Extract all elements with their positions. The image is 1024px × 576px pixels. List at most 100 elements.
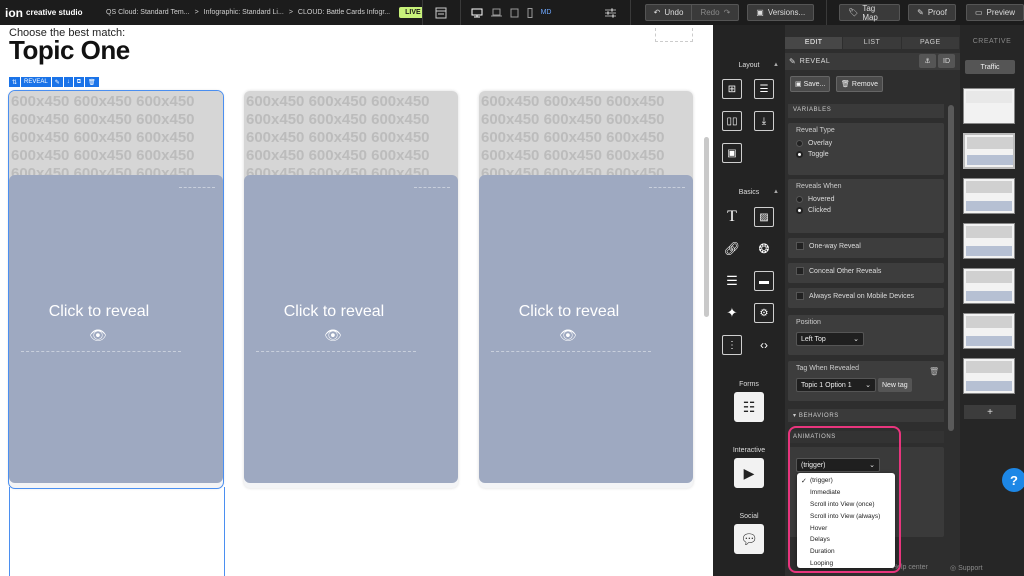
trash-icon[interactable]: 🗑︎ (929, 367, 939, 376)
form-widget-icon[interactable]: ☷ (734, 392, 764, 422)
columns-widget-icon[interactable]: ⊞ (722, 79, 742, 99)
image-widget-icon[interactable]: ▨ (754, 207, 774, 227)
breadcrumb-item[interactable]: Infographic: Standard Li... (204, 9, 284, 16)
page-thumbnail[interactable] (963, 313, 1015, 349)
variables-section-header[interactable]: VARIABLES (788, 104, 944, 118)
fingerprint-widget-icon[interactable]: ❂ (754, 239, 774, 259)
radio-clicked[interactable]: Clicked (796, 207, 936, 214)
tab-edit[interactable]: EDIT (785, 37, 844, 49)
canvas-scrollbar[interactable] (704, 137, 709, 317)
redo-button[interactable]: Redo ↷ (692, 4, 740, 21)
proof-button[interactable]: ✎ Proof (908, 4, 956, 21)
tablet-icon[interactable] (510, 8, 519, 18)
breadcrumb-item[interactable]: CLOUD: Battle Cards Infogr... (298, 9, 390, 16)
image-box-widget-icon[interactable]: ▣ (722, 143, 742, 163)
help-button[interactable]: ? (1002, 468, 1024, 492)
thumb-bar (967, 155, 1013, 165)
rows-widget-icon[interactable]: ☰ (754, 79, 774, 99)
copy-icon[interactable]: ⧉ (73, 77, 85, 87)
trash-icon[interactable]: 🗑︎ (85, 77, 99, 87)
code-widget-icon[interactable]: ‹› (754, 335, 774, 355)
thumb-header (966, 91, 1012, 103)
laptop-icon[interactable] (490, 8, 502, 18)
tag-select[interactable]: Topic 1 Option 1 ⌄ (796, 378, 876, 392)
link-widget-icon[interactable]: 🔗︎ (722, 239, 742, 259)
logo-mark: ion (5, 5, 23, 20)
radio-hovered[interactable]: Hovered (796, 196, 936, 203)
one-way-reveal-row[interactable]: One-way Reveal (788, 238, 944, 258)
split-widget-icon[interactable]: ▯▯ (722, 111, 742, 131)
always-reveal-mobile-row[interactable]: Always Reveal on Mobile Devices (788, 288, 944, 308)
preview-label: Preview (986, 8, 1015, 17)
divider-widget-icon[interactable]: ▬ (754, 271, 774, 291)
layout-icon[interactable] (435, 7, 447, 19)
page-thumbnail[interactable] (963, 88, 1015, 124)
placeholder-line: 600x450 600x450 600x450 (481, 147, 665, 164)
position-select[interactable]: Left Top ⌄ (796, 332, 864, 346)
conceal-other-reveals-row[interactable]: Conceal Other Reveals (788, 263, 944, 283)
save-button[interactable]: ▣ Save... (790, 76, 831, 92)
cover-text: Click to reveal (48, 303, 150, 320)
placeholder-line: 600x450 600x450 600x450 (246, 147, 430, 164)
anchor-icon[interactable]: ⚓︎ (919, 54, 936, 68)
text-widget-icon[interactable]: T (722, 207, 742, 227)
collapse-icon[interactable]: ▲ (773, 62, 779, 68)
phone-icon[interactable] (527, 7, 533, 18)
comments-widget-icon[interactable]: 💬︎ (734, 524, 764, 554)
radio-overlay[interactable]: Overlay (796, 140, 936, 147)
traffic-button[interactable]: Traffic (965, 60, 1015, 74)
reveal-card[interactable]: 600x450 600x450 600x450 600x450 600x450 6… (244, 91, 458, 488)
versions-button[interactable]: ▣ Versions... (747, 4, 815, 21)
page-thumbnail[interactable] (963, 178, 1015, 214)
magic-widget-icon[interactable]: ✦ (722, 303, 742, 323)
tag-map-button[interactable]: 🏷︎ Tag Map (839, 4, 901, 22)
panel-scrollbar[interactable] (948, 105, 954, 431)
move-down-icon[interactable]: ↓ (63, 77, 73, 87)
breadcrumb-item[interactable]: QS Cloud: Standard Tem... (106, 9, 190, 16)
behaviors-section-header[interactable]: ▾ BEHAVIORS (788, 409, 944, 422)
reveal-card[interactable]: 600x450 600x450 600x450 600x450 600x450 6… (479, 91, 693, 488)
page-title[interactable]: Topic One (9, 35, 130, 66)
card-cover[interactable]: Click to reveal 👁︎ (479, 175, 693, 483)
page-thumbnail[interactable] (963, 358, 1015, 394)
drag-handle-icon[interactable]: ⇅ (9, 77, 21, 87)
position-title: Position (796, 319, 821, 326)
desktop-icon[interactable] (471, 8, 483, 18)
checkbox[interactable] (796, 292, 804, 300)
preview-button[interactable]: ▭ Preview (965, 4, 1024, 21)
remove-button[interactable]: 🗑︎ Remove (836, 76, 883, 92)
support-link[interactable]: ◎ Support (950, 564, 983, 572)
radio-toggle[interactable]: Toggle (796, 151, 936, 158)
reveal-toolbar-label[interactable]: REVEAL (21, 77, 51, 87)
settings-widget-icon[interactable]: ⚙ (754, 303, 774, 323)
behaviors-label: BEHAVIORS (798, 413, 839, 419)
tab-page[interactable]: PAGE (901, 37, 960, 49)
card-cover[interactable]: Click to reveal 👁︎ (244, 175, 458, 483)
sliders-wrap (591, 8, 629, 18)
logo[interactable]: ion creative studio (0, 6, 96, 20)
page-thumbnail[interactable] (963, 268, 1015, 304)
new-tag-button[interactable]: New tag (877, 378, 912, 392)
download-widget-icon[interactable]: ⤓ (754, 111, 774, 131)
sliders-icon[interactable] (605, 8, 616, 18)
panel-header-label: REVEAL (799, 58, 831, 65)
reveal-card[interactable]: 600x450 600x450 600x450 600x450 600x450 6… (8, 90, 224, 489)
list-widget-icon[interactable]: ☰ (722, 271, 742, 291)
tab-creative[interactable]: CREATIVE (960, 38, 1024, 45)
card-cover[interactable]: Click to reveal 👁︎ (9, 175, 223, 483)
page-thumbnail[interactable] (963, 133, 1015, 169)
edit-icon[interactable]: ✎ (51, 77, 63, 87)
page-thumbnail[interactable] (963, 223, 1015, 259)
tab-list[interactable]: LIST (843, 37, 902, 49)
reveal-widget-icon[interactable]: ⋮ (722, 335, 742, 355)
undo-button[interactable]: ↶ Undo (644, 4, 693, 21)
checkbox[interactable] (796, 267, 804, 275)
thumb-bar (966, 381, 1012, 391)
video-widget-icon[interactable]: ▶ (734, 458, 764, 488)
checkbox[interactable] (796, 242, 804, 250)
section-forms: Forms (739, 381, 759, 388)
collapse-icon[interactable]: ▲ (773, 189, 779, 195)
add-page-button[interactable]: + (964, 405, 1016, 419)
id-button[interactable]: ID (938, 54, 955, 68)
editor-canvas[interactable]: Choose the best match: Topic One ⇅ REVEA… (0, 25, 713, 576)
